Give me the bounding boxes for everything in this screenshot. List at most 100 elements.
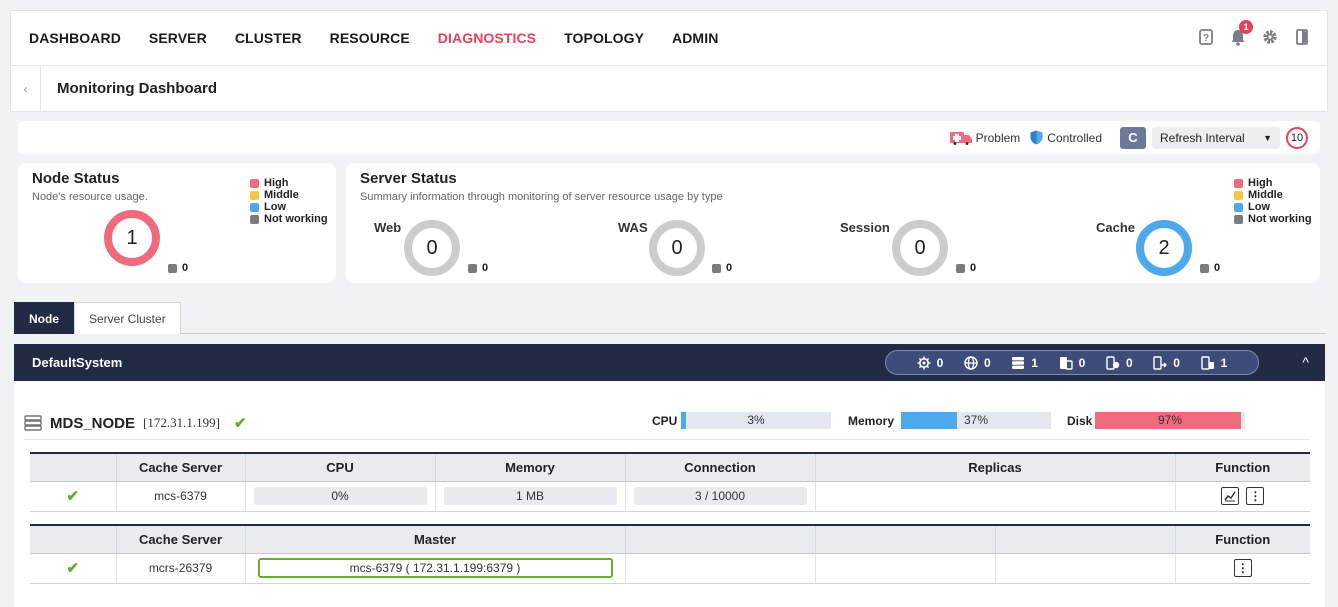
nav-cluster[interactable]: CLUSTER — [235, 30, 302, 46]
legend-middle: Middle — [1234, 189, 1312, 201]
table-header-row: Cache Server CPU Memory Connection Repli… — [30, 452, 1310, 482]
was-donut[interactable]: 0 — [649, 220, 705, 276]
cpu-column-header[interactable]: CPU — [244, 452, 435, 482]
help-icon[interactable]: ? — [1197, 28, 1215, 46]
legend-low: Low — [250, 201, 328, 213]
more-vertical-icon: ⋮ — [1249, 489, 1262, 503]
legend-low: Low — [1234, 201, 1312, 213]
empty-cell — [814, 553, 995, 584]
cpu-label: CPU — [652, 414, 678, 428]
web-label: Web — [374, 220, 402, 235]
status-legend-bar: Problem Controlled C Refresh Interval ▼ … — [18, 121, 1320, 154]
status-column-header — [30, 452, 116, 482]
nav-server[interactable]: SERVER — [149, 30, 207, 46]
breadcrumb-bar: ‹ Monitoring Dashboard — [10, 66, 1328, 112]
pill-web[interactable]: 0 — [917, 356, 943, 370]
replicas-cell — [814, 481, 1175, 512]
memory-label: Memory — [848, 414, 895, 428]
replicas-column-header[interactable]: Replicas — [814, 452, 1175, 482]
gear-icon[interactable] — [1261, 28, 1279, 46]
node-status-title: Node Status — [32, 170, 120, 187]
function-cell: ⋮ — [1174, 481, 1310, 512]
server-status-title: Server Status — [360, 170, 457, 187]
pill-cache[interactable]: 0 — [1106, 356, 1133, 370]
chart-button[interactable] — [1221, 487, 1240, 505]
pill-proxy[interactable]: 0 — [1153, 356, 1180, 370]
system-title: DefaultSystem — [32, 355, 123, 370]
node-status-legend: High Middle Low Not working — [250, 177, 328, 225]
refresh-button[interactable]: C — [1120, 126, 1146, 149]
tab-server-cluster[interactable]: Server Cluster — [74, 302, 181, 334]
web-donut[interactable]: 0 — [404, 220, 460, 276]
pill-node[interactable]: 1 — [1011, 356, 1038, 370]
notification-badge: 1 — [1239, 20, 1253, 34]
refresh-interval-select[interactable]: Refresh Interval ▼ — [1152, 126, 1280, 149]
proxy-server-icon — [1153, 355, 1168, 370]
line-chart-icon — [1224, 491, 1236, 502]
database-icon — [24, 415, 42, 431]
pill-session[interactable]: 0 — [1059, 356, 1085, 370]
page-title: Monitoring Dashboard — [57, 80, 217, 97]
memory-column-header[interactable]: Memory — [434, 452, 625, 482]
node-status-donut[interactable]: 1 — [104, 210, 160, 266]
more-options-button[interactable]: ⋮ — [1246, 487, 1265, 505]
node-status-subtitle: Node's resource usage. — [32, 191, 148, 203]
session-not-working-count: 0 — [956, 262, 976, 274]
table-row[interactable]: ✔ mcs-6379 0% 1 MB 3 / 10000 ⋮ — [30, 481, 1310, 512]
memory-value: 1 MB — [443, 487, 617, 505]
cache-not-working-count: 0 — [1200, 262, 1220, 274]
logout-icon[interactable] — [1293, 28, 1311, 46]
bell-icon[interactable]: 1 — [1229, 20, 1253, 46]
master-column-header[interactable]: Master — [244, 524, 625, 554]
was-not-working-count: 0 — [712, 262, 732, 274]
cache-server-column-header[interactable]: Cache Server — [115, 452, 245, 482]
cache-master-table: Cache Server Master Function ✔ mcrs-2637… — [30, 524, 1310, 584]
system-section-header[interactable]: DefaultSystem 0 0 1 0 0 0 1 ^ — [14, 344, 1325, 381]
check-icon: ✔ — [233, 415, 247, 432]
function-column-header: Function — [1174, 524, 1310, 554]
cache-server-name[interactable]: mcs-6379 — [115, 481, 245, 512]
status-column-header — [30, 524, 116, 554]
server-rack-icon — [1200, 355, 1214, 370]
nav-topology[interactable]: TOPOLOGY — [564, 30, 644, 46]
nav-diagnostics[interactable]: DIAGNOSTICS — [438, 30, 536, 46]
empty-column-header — [994, 524, 1175, 554]
legend-not-working: Not working — [250, 213, 328, 225]
cpu-bar: 3% — [681, 412, 831, 429]
cache-donut[interactable]: 2 — [1136, 220, 1192, 276]
cache-server-column-header[interactable]: Cache Server — [115, 524, 245, 554]
status-cell: ✔ — [30, 553, 116, 584]
empty-column-header — [814, 524, 995, 554]
chevron-up-icon[interactable]: ^ — [1302, 354, 1309, 370]
web-count: 0 — [426, 236, 438, 259]
server-status-legend: High Middle Low Not working — [1234, 177, 1312, 225]
empty-cell — [624, 553, 815, 584]
pill-was[interactable]: 0 — [964, 356, 991, 370]
session-donut[interactable]: 0 — [892, 220, 948, 276]
was-label: WAS — [618, 220, 648, 235]
controlled-label: Controlled — [1047, 130, 1102, 145]
connection-column-header[interactable]: Connection — [624, 452, 815, 482]
tab-node[interactable]: Node — [14, 302, 74, 334]
server-type-summary: 0 0 1 0 0 0 1 — [885, 350, 1259, 375]
view-tabs: Node Server Cluster — [14, 302, 1325, 334]
master-value[interactable]: mcs-6379 ( 172.31.1.199:6379 ) — [257, 558, 613, 578]
web-server-icon — [917, 356, 931, 369]
pill-cache-replica[interactable]: 1 — [1200, 355, 1227, 370]
node-name[interactable]: MDS_NODE — [50, 415, 135, 432]
nav-resource[interactable]: RESOURCE — [330, 30, 410, 46]
caret-down-icon: ▼ — [1263, 132, 1272, 143]
svg-text:?: ? — [1203, 33, 1209, 44]
nav-admin[interactable]: ADMIN — [672, 30, 718, 46]
cache-server-name[interactable]: mcrs-26379 — [115, 553, 245, 584]
node-summary-row: MDS_NODE [172.31.1.199] ✔ CPU 3% Memory … — [24, 412, 1310, 440]
legend-middle: Middle — [250, 189, 328, 201]
node-status-count: 1 — [126, 226, 138, 249]
cpu-value: 0% — [253, 487, 427, 505]
session-server-icon — [1059, 356, 1073, 370]
check-icon: ✔ — [66, 560, 80, 577]
more-options-button[interactable]: ⋮ — [1233, 559, 1252, 577]
table-row[interactable]: ✔ mcrs-26379 mcs-6379 ( 172.31.1.199:637… — [30, 553, 1310, 584]
collapse-sidebar-button[interactable]: ‹ — [11, 66, 41, 111]
nav-dashboard[interactable]: DASHBOARD — [29, 30, 121, 46]
